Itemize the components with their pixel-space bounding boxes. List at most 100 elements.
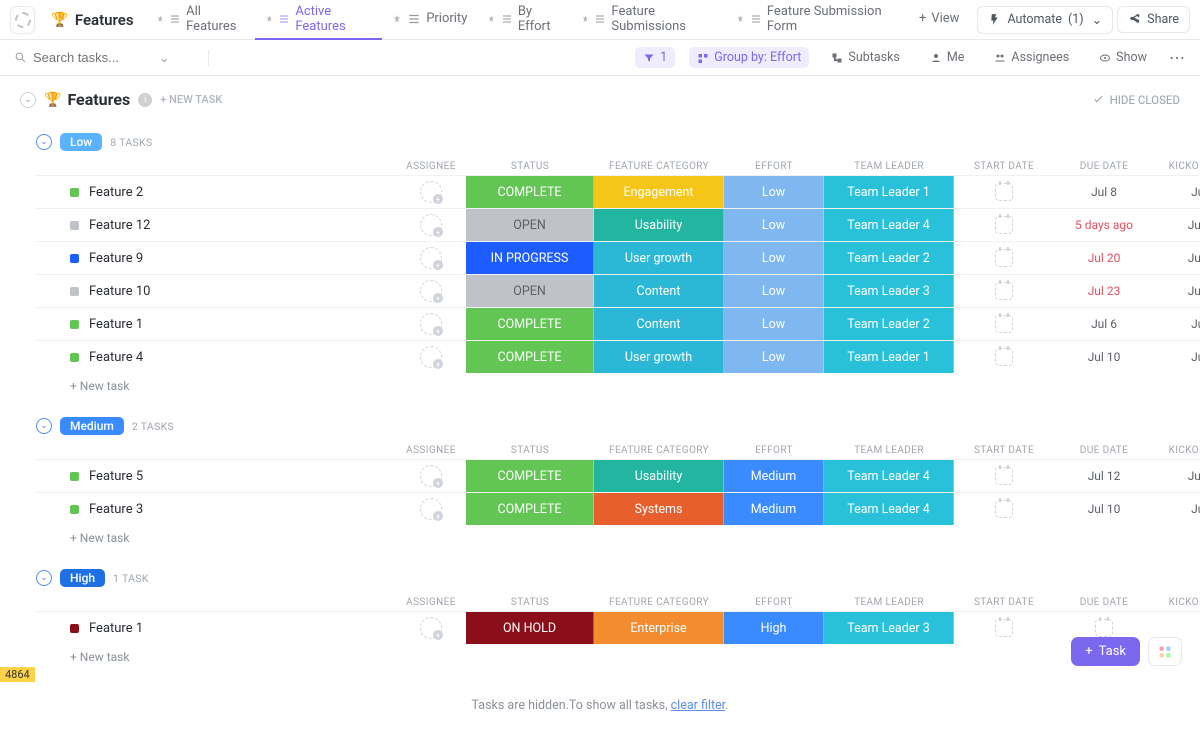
category-cell[interactable]: User growth bbox=[594, 242, 724, 274]
filter-count-pill[interactable]: 1 bbox=[635, 47, 675, 68]
team-leader-cell[interactable]: Team Leader 3 bbox=[824, 275, 954, 307]
task-name-cell[interactable]: Feature 9 bbox=[36, 242, 396, 274]
group-chip[interactable]: High bbox=[60, 569, 105, 587]
category-cell[interactable]: Systems bbox=[594, 493, 724, 525]
collapse-group-toggle[interactable]: ⌄ bbox=[36, 134, 52, 150]
col-kickoff-date[interactable]: KICKOFF DATE bbox=[1154, 597, 1200, 608]
col-assignee[interactable]: ASSIGNEE bbox=[396, 161, 466, 172]
effort-cell[interactable]: Low bbox=[724, 242, 824, 274]
col-status[interactable]: STATUS bbox=[466, 445, 594, 456]
collapse-group-toggle[interactable]: ⌄ bbox=[36, 570, 52, 586]
assignee-cell[interactable] bbox=[396, 275, 466, 307]
effort-cell[interactable]: Low bbox=[724, 308, 824, 340]
task-name-cell[interactable]: Feature 2 bbox=[36, 176, 396, 208]
due-date-cell[interactable]: 5 days ago bbox=[1054, 209, 1154, 241]
col-effort[interactable]: EFFORT bbox=[724, 597, 824, 608]
view-tab-feature-submission-form[interactable]: Feature Submission Form bbox=[726, 0, 905, 40]
new-task-button[interactable]: + NEW TASK bbox=[160, 93, 222, 106]
status-cell[interactable]: OPEN bbox=[466, 275, 594, 307]
group-chip[interactable]: Low bbox=[60, 133, 102, 151]
task-row[interactable]: Feature 2 COMPLETE Engagement Low Team L… bbox=[36, 175, 1200, 208]
col-feature-category[interactable]: FEATURE CATEGORY bbox=[594, 445, 724, 456]
task-row[interactable]: Feature 9 IN PROGRESS User growth Low Te… bbox=[36, 241, 1200, 274]
group-chip[interactable]: Medium bbox=[60, 417, 124, 435]
col-start-date[interactable]: START DATE bbox=[954, 445, 1054, 456]
status-cell[interactable]: COMPLETE bbox=[466, 460, 594, 492]
due-date-cell[interactable]: Jul 6 bbox=[1054, 308, 1154, 340]
team-leader-cell[interactable]: Team Leader 4 bbox=[824, 493, 954, 525]
status-cell[interactable]: COMPLETE bbox=[466, 176, 594, 208]
view-tab-active-features[interactable]: Active Features bbox=[255, 0, 382, 40]
task-row[interactable]: Feature 12 OPEN Usability Low Team Leade… bbox=[36, 208, 1200, 241]
task-name-cell[interactable]: Feature 10 bbox=[36, 275, 396, 307]
new-task-row[interactable]: + New task bbox=[36, 373, 1200, 399]
assignee-cell[interactable] bbox=[396, 493, 466, 525]
due-date-cell[interactable]: Jul 10 bbox=[1054, 493, 1154, 525]
task-name-cell[interactable]: Feature 4 bbox=[36, 341, 396, 373]
assignee-cell[interactable] bbox=[396, 612, 466, 644]
assignee-cell[interactable] bbox=[396, 209, 466, 241]
category-cell[interactable]: Enterprise bbox=[594, 612, 724, 644]
task-name-cell[interactable]: Feature 5 bbox=[36, 460, 396, 492]
view-tab-all-features[interactable]: All Features bbox=[146, 0, 255, 40]
due-date-cell[interactable]: Jul 20 bbox=[1054, 242, 1154, 274]
col-due-date[interactable]: DUE DATE bbox=[1054, 161, 1154, 172]
effort-cell[interactable]: High bbox=[724, 612, 824, 644]
collapse-group-toggle[interactable]: ⌄ bbox=[36, 418, 52, 434]
col-due-date[interactable]: DUE DATE bbox=[1054, 445, 1154, 456]
start-date-cell[interactable] bbox=[954, 308, 1054, 340]
col-team-leader[interactable]: TEAM LEADER bbox=[824, 161, 954, 172]
col-feature-category[interactable]: FEATURE CATEGORY bbox=[594, 597, 724, 608]
kickoff-date-cell[interactable]: Jul 26 bbox=[1154, 209, 1200, 241]
start-date-cell[interactable] bbox=[954, 493, 1054, 525]
task-row[interactable]: Feature 4 COMPLETE User growth Low Team … bbox=[36, 340, 1200, 373]
category-cell[interactable]: Content bbox=[594, 308, 724, 340]
start-date-cell[interactable] bbox=[954, 460, 1054, 492]
apps-fab[interactable] bbox=[1148, 637, 1182, 666]
kickoff-date-cell[interactable]: Jul 20 bbox=[1154, 275, 1200, 307]
task-row[interactable]: Feature 1 COMPLETE Content Low Team Lead… bbox=[36, 307, 1200, 340]
status-cell[interactable]: COMPLETE bbox=[466, 493, 594, 525]
due-date-cell[interactable]: Jul 10 bbox=[1054, 341, 1154, 373]
col-due-date[interactable]: DUE DATE bbox=[1054, 597, 1154, 608]
category-cell[interactable]: Usability bbox=[594, 460, 724, 492]
new-task-fab[interactable]: + Task bbox=[1071, 637, 1140, 666]
app-logo[interactable] bbox=[10, 6, 35, 34]
col-status[interactable]: STATUS bbox=[466, 161, 594, 172]
col-effort[interactable]: EFFORT bbox=[724, 445, 824, 456]
due-date-cell[interactable]: Jul 23 bbox=[1054, 275, 1154, 307]
assignee-cell[interactable] bbox=[396, 308, 466, 340]
status-cell[interactable]: COMPLETE bbox=[466, 341, 594, 373]
start-date-cell[interactable] bbox=[954, 341, 1054, 373]
effort-cell[interactable]: Low bbox=[724, 275, 824, 307]
automate-button[interactable]: Automate (1) ⌄ bbox=[977, 6, 1113, 34]
kickoff-date-cell[interactable]: Jul 18 bbox=[1154, 242, 1200, 274]
me-filter[interactable]: Me bbox=[922, 47, 973, 68]
collapse-list-toggle[interactable]: ⌄ bbox=[20, 92, 36, 108]
team-leader-cell[interactable]: Team Leader 1 bbox=[824, 176, 954, 208]
add-view-button[interactable]: + View bbox=[909, 0, 970, 40]
col-team-leader[interactable]: TEAM LEADER bbox=[824, 597, 954, 608]
category-cell[interactable]: User growth bbox=[594, 341, 724, 373]
assignee-cell[interactable] bbox=[396, 176, 466, 208]
task-name-cell[interactable]: Feature 12 bbox=[36, 209, 396, 241]
effort-cell[interactable]: Low bbox=[724, 341, 824, 373]
view-tab-priority[interactable]: Priority bbox=[382, 0, 477, 40]
task-name-cell[interactable]: Feature 1 bbox=[36, 308, 396, 340]
assignee-cell[interactable] bbox=[396, 341, 466, 373]
start-date-cell[interactable] bbox=[954, 612, 1054, 644]
more-menu[interactable]: ⋯ bbox=[1169, 48, 1186, 67]
effort-cell[interactable]: Low bbox=[724, 209, 824, 241]
col-start-date[interactable]: START DATE bbox=[954, 597, 1054, 608]
kickoff-date-cell[interactable]: Jul 3 bbox=[1154, 308, 1200, 340]
col-status[interactable]: STATUS bbox=[466, 597, 594, 608]
kickoff-date-cell[interactable]: Jul 8 bbox=[1154, 493, 1200, 525]
category-cell[interactable]: Usability bbox=[594, 209, 724, 241]
search-box[interactable]: ⌄ bbox=[14, 50, 194, 66]
due-date-cell[interactable]: Jul 8 bbox=[1054, 176, 1154, 208]
start-date-cell[interactable] bbox=[954, 209, 1054, 241]
category-cell[interactable]: Content bbox=[594, 275, 724, 307]
info-icon[interactable]: i bbox=[138, 93, 152, 107]
task-row[interactable]: Feature 3 COMPLETE Systems Medium Team L… bbox=[36, 492, 1200, 525]
status-cell[interactable]: ON HOLD bbox=[466, 612, 594, 644]
